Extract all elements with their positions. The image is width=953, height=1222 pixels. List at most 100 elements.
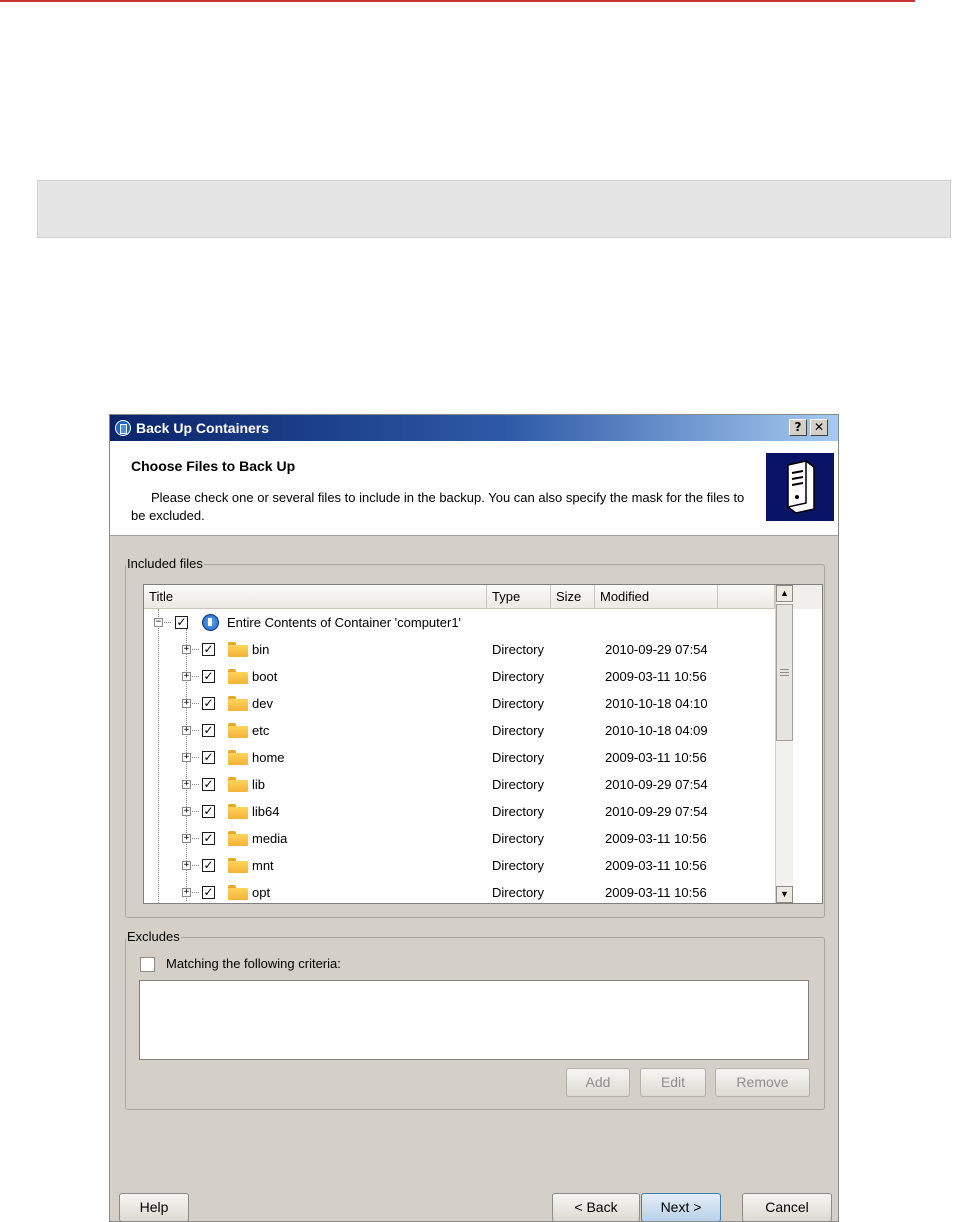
expand-icon[interactable]: +: [182, 807, 191, 816]
row-type: Directory: [492, 642, 545, 657]
tree-row[interactable]: + ✓ mnt Directory 2009-03-11 10:56: [144, 852, 775, 879]
folder-icon: [228, 642, 248, 657]
expand-icon[interactable]: +: [182, 672, 191, 681]
tree-connector: [192, 892, 199, 893]
row-modified: 2010-09-29 07:54: [605, 642, 708, 657]
expand-icon[interactable]: +: [182, 888, 191, 897]
dialog-title: Back Up Containers: [136, 420, 270, 436]
row-title: home: [252, 750, 285, 765]
tree-row[interactable]: + ✓ opt Directory 2009-03-11 10:56: [144, 879, 775, 903]
wizard-header: Choose Files to Back Up Please check one…: [110, 441, 838, 536]
criteria-checkbox[interactable]: [140, 957, 155, 972]
row-modified: 2010-10-18 04:10: [605, 696, 708, 711]
row-checkbox[interactable]: ✓: [202, 805, 215, 818]
tree-row[interactable]: + ✓ etc Directory 2010-10-18 04:09: [144, 717, 775, 744]
row-checkbox[interactable]: ✓: [202, 670, 215, 683]
row-type: Directory: [492, 804, 545, 819]
scroll-down-arrow-icon[interactable]: ▼: [776, 886, 793, 903]
expand-icon[interactable]: +: [182, 861, 191, 870]
row-checkbox[interactable]: ✓: [202, 697, 215, 710]
row-title: lib: [252, 777, 266, 792]
thumb-grip: [780, 672, 789, 673]
help-button[interactable]: Help: [119, 1193, 189, 1221]
folder-icon: [228, 885, 248, 900]
tree-connector: [192, 811, 199, 812]
next-button[interactable]: Next >: [641, 1193, 721, 1221]
expand-icon[interactable]: +: [182, 834, 191, 843]
row-title: bin: [252, 642, 270, 657]
thumb-grip: [780, 675, 789, 676]
tree-root-row[interactable]: − ✓ Entire Contents of Container 'computer…: [144, 609, 775, 636]
expand-icon[interactable]: +: [182, 645, 191, 654]
tree-row[interactable]: + ✓ boot Directory 2009-03-11 10:56: [144, 663, 775, 690]
tree-connector: [192, 649, 199, 650]
remove-button[interactable]: Remove: [715, 1068, 810, 1097]
tree-row[interactable]: + ✓ media Directory 2009-03-11 10:56: [144, 825, 775, 852]
tree-row[interactable]: + ✓ lib64 Directory 2010-09-29 07:54: [144, 798, 775, 825]
row-type: Directory: [492, 858, 545, 873]
folder-icon: [228, 831, 248, 846]
expand-icon[interactable]: +: [182, 699, 191, 708]
close-caption-button[interactable]: ✕: [810, 419, 828, 436]
column-type[interactable]: Type: [487, 585, 551, 609]
column-size[interactable]: Size: [551, 585, 595, 609]
row-checkbox[interactable]: ✓: [202, 778, 215, 791]
back-button[interactable]: < Back: [552, 1193, 640, 1221]
tree-connector: [192, 757, 199, 758]
folder-icon: [228, 696, 248, 711]
expand-icon[interactable]: +: [182, 780, 191, 789]
column-modified[interactable]: Modified: [595, 585, 718, 609]
grid-header: Title Type Size Modified: [144, 585, 822, 609]
column-title[interactable]: Title: [144, 585, 487, 609]
row-checkbox[interactable]: ✓: [202, 643, 215, 656]
cancel-button[interactable]: Cancel: [742, 1193, 832, 1221]
scrollbar-thumb[interactable]: [776, 604, 793, 741]
scroll-up-arrow-icon[interactable]: ▲: [776, 585, 793, 602]
help-caption-button[interactable]: ?: [789, 419, 807, 436]
row-checkbox[interactable]: ✓: [202, 832, 215, 845]
row-modified: 2009-03-11 10:56: [605, 750, 707, 765]
row-modified: 2010-10-18 04:09: [605, 723, 708, 738]
edit-button[interactable]: Edit: [640, 1068, 706, 1097]
expand-icon[interactable]: +: [182, 726, 191, 735]
tree-row[interactable]: + ✓ bin Directory 2010-09-29 07:54: [144, 636, 775, 663]
included-files-label: Included files: [126, 556, 204, 571]
criteria-list[interactable]: [139, 980, 809, 1060]
server-icon: [766, 453, 834, 521]
row-modified: 2010-09-29 07:54: [605, 777, 708, 792]
page-description: Please check one or several files to inc…: [131, 490, 745, 523]
tree-connector: [164, 622, 171, 623]
page-top-rule: [0, 0, 915, 2]
thumb-grip: [780, 669, 789, 670]
row-title: media: [252, 831, 288, 846]
backup-dialog: Back Up Containers ? ✕ Choose Files to B…: [109, 414, 839, 1222]
row-checkbox[interactable]: ✓: [202, 886, 215, 899]
expand-icon[interactable]: +: [182, 753, 191, 762]
folder-icon: [228, 777, 248, 792]
row-type: Directory: [492, 885, 545, 900]
page-title: Choose Files to Back Up: [131, 458, 296, 474]
folder-icon: [228, 669, 248, 684]
tree-row[interactable]: + ✓ home Directory 2009-03-11 10:56: [144, 744, 775, 771]
tree-connector: [192, 838, 199, 839]
tree-row[interactable]: + ✓ lib Directory 2010-09-29 07:54: [144, 771, 775, 798]
row-checkbox[interactable]: ✓: [202, 724, 215, 737]
root-checkbox[interactable]: ✓: [175, 616, 188, 629]
add-button[interactable]: Add: [566, 1068, 630, 1097]
row-checkbox[interactable]: ✓: [202, 859, 215, 872]
collapse-icon[interactable]: −: [154, 618, 163, 627]
row-modified: 2009-03-11 10:56: [605, 831, 707, 846]
column-filler: [718, 585, 775, 609]
excludes-group: Excludes Matching the following criteria…: [125, 929, 825, 1110]
row-type: Directory: [492, 669, 545, 684]
row-title: etc: [252, 723, 270, 738]
tree-row[interactable]: + ✓ dev Directory 2010-10-18 04:10: [144, 690, 775, 717]
tree-connector: [192, 730, 199, 731]
folder-icon: [228, 750, 248, 765]
title-bar[interactable]: Back Up Containers ? ✕: [110, 415, 838, 441]
container-icon: [202, 614, 219, 631]
files-tree-grid[interactable]: Title Type Size Modified − ✓ Entire Conten…: [143, 584, 823, 904]
root-title: Entire Contents of Container 'computer1': [227, 615, 462, 630]
vertical-scrollbar[interactable]: ▲ ▼: [775, 585, 793, 903]
row-checkbox[interactable]: ✓: [202, 751, 215, 764]
